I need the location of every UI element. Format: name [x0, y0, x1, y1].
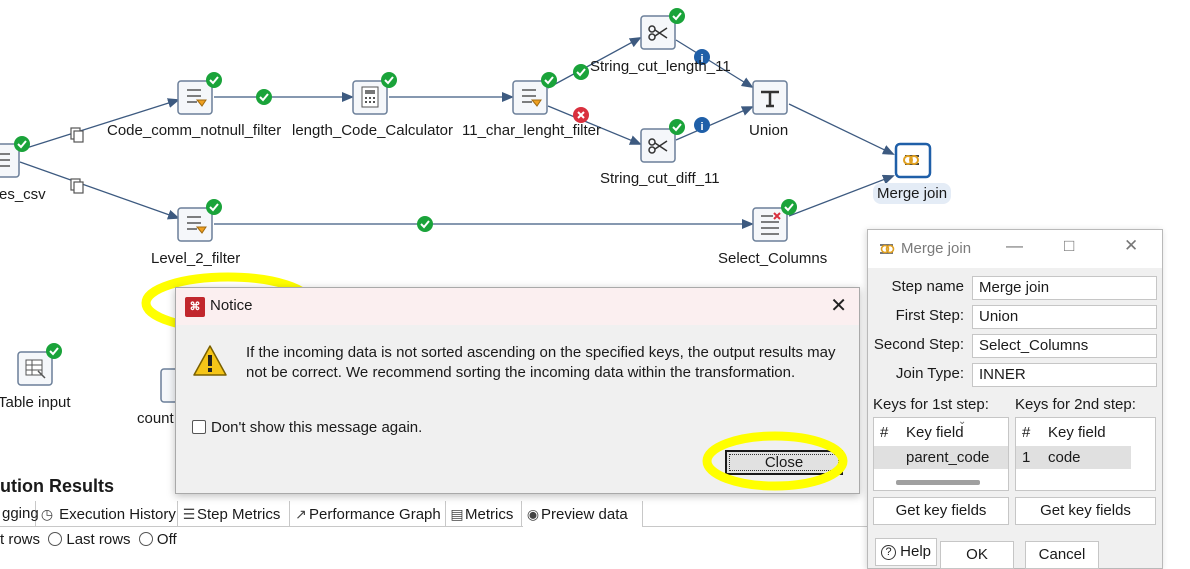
- keys-2nd-step-label: Keys for 2nd step:: [1015, 396, 1136, 413]
- step-label-cut-diff: String_cut_diff_11: [600, 170, 720, 187]
- step-label-cut-length: String_cut_length_11: [590, 58, 731, 75]
- ok-button[interactable]: OK: [940, 541, 1014, 569]
- step-label-table-input: Table input: [0, 394, 71, 411]
- keys1-col-num: #: [880, 424, 889, 441]
- clock-icon: ◷: [40, 506, 54, 522]
- tab-execution-history-label: Execution History: [59, 506, 176, 523]
- graph-icon: ↗: [295, 506, 307, 522]
- list-icon: ☰: [182, 506, 196, 522]
- tab-step-metrics[interactable]: ☰ Step Metrics: [179, 501, 290, 527]
- step-filter-icon[interactable]: [512, 71, 558, 115]
- help-icon: ?: [881, 545, 896, 560]
- step-label-code-filter: Code_comm_notnull_filter: [107, 122, 282, 139]
- radio-last-rows[interactable]: [48, 532, 63, 546]
- step-scissors-icon[interactable]: [640, 118, 686, 163]
- warning-icon: [193, 345, 227, 376]
- get-key-fields-2-button[interactable]: Get key fields: [1015, 497, 1156, 525]
- close-icon[interactable]: ✕: [830, 293, 847, 318]
- tab-preview-data[interactable]: ◉ Preview data: [523, 501, 643, 527]
- execution-results-title: ution Results: [0, 476, 115, 496]
- tab-preview-data-label: Preview data: [541, 506, 628, 523]
- keys1-col-field[interactable]: Key field: [906, 420, 964, 445]
- notice-titlebar: ⌘ Notice ✕: [176, 288, 859, 325]
- keys2-row-num: 1: [1022, 449, 1031, 466]
- step-name-field[interactable]: Merge join: [972, 276, 1157, 300]
- merge-join-titlebar: Merge join — □ ✕: [868, 230, 1162, 268]
- step-label-count: count: [137, 410, 174, 427]
- step-label-char-filter: 11_char_lenght_filter: [462, 122, 601, 139]
- help-label: Help: [900, 543, 932, 560]
- get-key-fields-1-button[interactable]: Get key fields: [873, 497, 1009, 525]
- step-label-select-columns: Select_Columns: [718, 250, 828, 267]
- radio-first-rows-label[interactable]: t rows: [0, 531, 40, 548]
- tab-performance-graph-label: Performance Graph: [309, 506, 441, 523]
- notice-title: Notice: [210, 297, 253, 314]
- notice-dialog: ⌘ Notice ✕ If the incoming data is not s…: [175, 287, 860, 494]
- close-button[interactable]: Close: [725, 450, 843, 475]
- step-union-icon[interactable]: [752, 80, 788, 115]
- dont-show-again-checkbox[interactable]: [192, 420, 206, 434]
- keys2-row-field[interactable]: code: [1048, 447, 1081, 469]
- merge-join-dialog: Merge join — □ ✕ Step name Merge join Fi…: [867, 229, 1163, 569]
- step-name-label: Step name: [891, 278, 964, 295]
- keys-1st-step-label: Keys for 1st step:: [873, 396, 989, 413]
- svg-text:i: i: [700, 121, 703, 133]
- tab-logging[interactable]: gging: [0, 501, 39, 527]
- step-filter-icon[interactable]: [177, 198, 223, 242]
- step-label-union: Union: [749, 122, 789, 139]
- results-tab-bar: gging ◷ Execution History ☰ Step Metrics …: [0, 501, 870, 527]
- merge-join-title: Merge join: [901, 240, 972, 257]
- step-label-length-calc: length_Code_Calculator: [292, 122, 453, 139]
- metrics-icon: ▤: [450, 506, 464, 522]
- help-button[interactable]: ? Help: [875, 538, 937, 566]
- keys1-row-field[interactable]: parent_code: [906, 447, 989, 469]
- step-label-level2-filter: Level_2_filter: [151, 250, 241, 267]
- tab-step-metrics-label: Step Metrics: [197, 506, 281, 523]
- tab-execution-history[interactable]: ◷ Execution History: [37, 501, 178, 527]
- notice-message: If the incoming data is not sorted ascen…: [246, 344, 836, 381]
- cancel-button[interactable]: Cancel: [1025, 541, 1099, 569]
- minimize-icon[interactable]: —: [1006, 236, 1023, 256]
- horizontal-scrollbar[interactable]: [896, 480, 980, 485]
- join-type-label: Join Type:: [895, 365, 964, 382]
- tab-metrics-label: Metrics: [465, 506, 514, 523]
- step-label-merge-join: Merge join: [873, 183, 952, 204]
- step-table-input-icon[interactable]: [17, 342, 63, 386]
- eye-icon: ◉: [526, 506, 540, 522]
- tab-metrics[interactable]: ▤Metrics: [447, 501, 522, 527]
- second-step-field[interactable]: Select_Columns: [972, 334, 1157, 358]
- step-csv-icon[interactable]: [0, 135, 31, 178]
- step-filter-icon[interactable]: [177, 71, 223, 115]
- first-step-label: First Step:: [895, 307, 964, 324]
- sort-caret-icon: ⌄: [958, 416, 967, 427]
- first-step-field[interactable]: Union: [972, 305, 1157, 329]
- tab-performance-graph[interactable]: ↗ Performance Graph: [291, 501, 446, 527]
- keys-1st-step-table[interactable]: # Key field ⌄ parent_code: [873, 416, 1009, 491]
- app-logo-icon: ⌘: [185, 297, 205, 317]
- radio-last-rows-label: Last rows: [66, 531, 131, 548]
- dont-show-again[interactable]: Don't show this message again.: [192, 419, 422, 436]
- second-step-label: Second Step:: [873, 336, 964, 353]
- step-scissors-icon[interactable]: [640, 7, 686, 50]
- maximize-icon[interactable]: □: [1064, 236, 1074, 256]
- merge-join-icon: [880, 244, 895, 254]
- step-merge-join-icon[interactable]: [894, 142, 932, 179]
- step-calculator-icon[interactable]: [352, 71, 398, 115]
- keys2-col-num: #: [1022, 424, 1031, 441]
- keys-2nd-step-table[interactable]: # Key field 1 code: [1015, 417, 1156, 491]
- tab-logging-label: gging: [2, 505, 39, 522]
- dont-show-again-label: Don't show this message again.: [211, 419, 423, 436]
- step-label-csv: es_csv: [0, 186, 46, 203]
- step-select-columns-icon[interactable]: [752, 198, 798, 242]
- radio-off-label: Off: [156, 531, 177, 548]
- join-type-field[interactable]: INNER: [972, 363, 1157, 387]
- radio-off[interactable]: [138, 532, 153, 546]
- close-icon[interactable]: ✕: [1124, 236, 1138, 256]
- keys2-col-field[interactable]: Key field: [1048, 420, 1106, 445]
- preview-rows-options: t rows Last rows Off: [0, 531, 177, 551]
